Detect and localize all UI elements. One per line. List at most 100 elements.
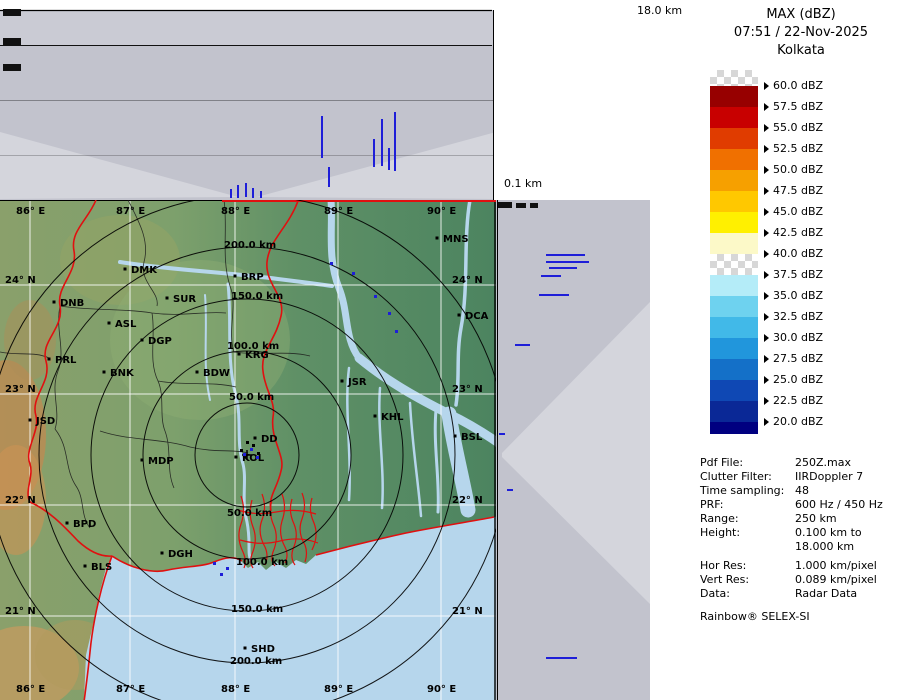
- info-row-label: Data:: [700, 587, 795, 601]
- radar-map-panel: 200.0 km150.0 km100.0 km50.0 km50.0 km10…: [0, 200, 496, 700]
- station-marker: [108, 322, 111, 325]
- longitude-label: 87° E: [116, 206, 145, 217]
- legend-threshold-label: 60.0 dBZ: [764, 79, 823, 93]
- latitude-label: 21° N: [452, 606, 483, 617]
- info-row: Height:0.100 km to: [700, 526, 905, 540]
- radar-echo-speck: [226, 567, 229, 570]
- legend-threshold-label: 57.5 dBZ: [764, 100, 823, 114]
- station-label: BDW: [203, 368, 230, 379]
- station-marker: [48, 358, 51, 361]
- info-row-value: 0.089 km/pixel: [795, 573, 877, 587]
- legend-box-below-min: [710, 422, 758, 434]
- info-row-value: 18.000 km: [795, 540, 854, 554]
- legend-color-box: [710, 401, 758, 422]
- legend-threshold-label: 30.0 dBZ: [764, 331, 823, 345]
- legend-color-box: [710, 86, 758, 107]
- legend-arrow-icon: [764, 82, 769, 90]
- station-label: MDP: [148, 456, 174, 467]
- top-height-profile-panel: [0, 0, 496, 200]
- axis-tick-mark: [3, 38, 21, 45]
- radar-echo-speck: [213, 562, 216, 565]
- station-marker: [244, 647, 247, 650]
- info-row-label: Height:: [700, 526, 795, 540]
- station-marker: [436, 237, 439, 240]
- latitude-label: 24° N: [5, 275, 36, 286]
- station-label: DCA: [465, 311, 489, 322]
- station-marker: [166, 297, 169, 300]
- info-row-label: Clutter Filter:: [700, 470, 795, 484]
- station-label: BPD: [73, 519, 96, 530]
- legend-arrow-icon: [764, 187, 769, 195]
- info-row-value: 250Z.max: [795, 456, 851, 470]
- range-ring-label: 200.0 km: [230, 656, 282, 667]
- radar-echo-speck: [256, 456, 259, 459]
- legend-box-above-max: [710, 70, 758, 86]
- radar-display-window: 200.0 km150.0 km100.0 km50.0 km50.0 km10…: [0, 0, 906, 700]
- center-cluster-mark: [252, 444, 255, 447]
- radar-echo-speck: [243, 453, 246, 456]
- radar-echo-speck: [220, 573, 223, 576]
- info-row-label: [700, 540, 795, 554]
- info-row: Range:250 km: [700, 512, 905, 526]
- station-marker: [238, 353, 241, 356]
- station-label: BNK: [110, 368, 135, 379]
- legend-threshold-label: 37.5 dBZ: [764, 268, 823, 282]
- product-info: Pdf File:250Z.maxClutter Filter:IIRDoppl…: [700, 456, 905, 624]
- legend-color-box: [710, 317, 758, 338]
- station-label: ASL: [115, 319, 137, 330]
- station-marker: [84, 565, 87, 568]
- legend-arrow-icon: [764, 292, 769, 300]
- legend-color-box: [710, 233, 758, 254]
- latitude-label: 23° N: [5, 384, 36, 395]
- info-rows: Pdf File:250Z.maxClutter Filter:IIRDoppl…: [700, 456, 905, 601]
- info-row: Hor Res:1.000 km/pixel: [700, 559, 905, 573]
- station-label: KHL: [381, 412, 404, 423]
- station-label: SHD: [251, 644, 275, 655]
- station-label: DNB: [60, 298, 84, 309]
- axis-tick-mark: [3, 64, 21, 71]
- legend-color-box: [710, 107, 758, 128]
- info-row: Pdf File:250Z.max: [700, 456, 905, 470]
- legend-arrow-icon: [764, 145, 769, 153]
- legend-color-box: [710, 380, 758, 401]
- info-row-label: Range:: [700, 512, 795, 526]
- legend-threshold-label: 45.0 dBZ: [764, 205, 823, 219]
- range-ring-label: 50.0 km: [227, 508, 272, 519]
- longitude-label: 86° E: [16, 206, 45, 217]
- product-header: MAX (dBZ) 07:51 / 22-Nov-2025 Kolkata: [696, 6, 906, 60]
- station-marker: [254, 437, 257, 440]
- radar-echo-speck: [352, 272, 355, 275]
- legend-threshold-label: 40.0 dBZ: [764, 247, 823, 261]
- info-row-value: 1.000 km/pixel: [795, 559, 877, 573]
- station-label: JSR: [347, 377, 367, 388]
- axis-tick-mark: [516, 203, 526, 208]
- legend-threshold-label: 55.0 dBZ: [764, 121, 823, 135]
- legend-arrow-icon: [764, 250, 769, 258]
- legend-color-box: [710, 338, 758, 359]
- legend-color-box: [710, 128, 758, 149]
- info-row: PRF:600 Hz / 450 Hz: [700, 498, 905, 512]
- info-row-label: Hor Res:: [700, 559, 795, 573]
- station-label: BRP: [241, 272, 264, 283]
- info-row-label: Pdf File:: [700, 456, 795, 470]
- station-label: MNS: [443, 234, 469, 245]
- station-marker: [234, 275, 237, 278]
- center-cluster-mark: [240, 449, 243, 452]
- station-marker: [341, 380, 344, 383]
- latitude-label: 24° N: [452, 275, 483, 286]
- longitude-label: 89° E: [324, 206, 353, 217]
- range-ring-label: 50.0 km: [229, 392, 274, 403]
- legend-arrow-icon: [764, 103, 769, 111]
- range-ring-label: 150.0 km: [231, 604, 283, 615]
- legend-arrow-icon: [764, 376, 769, 384]
- info-row-value: 250 km: [795, 512, 837, 526]
- axis-tick-mark: [498, 202, 512, 208]
- longitude-label: 90° E: [427, 206, 456, 217]
- legend-color-box: [710, 296, 758, 317]
- legend-color-box: [710, 170, 758, 191]
- station-marker: [196, 371, 199, 374]
- legend-threshold-label: 50.0 dBZ: [764, 163, 823, 177]
- legend-color-box: [710, 212, 758, 233]
- legend-threshold-label: 27.5 dBZ: [764, 352, 823, 366]
- color-scale: 60.0 dBZ57.5 dBZ55.0 dBZ52.5 dBZ50.0 dBZ…: [710, 70, 890, 434]
